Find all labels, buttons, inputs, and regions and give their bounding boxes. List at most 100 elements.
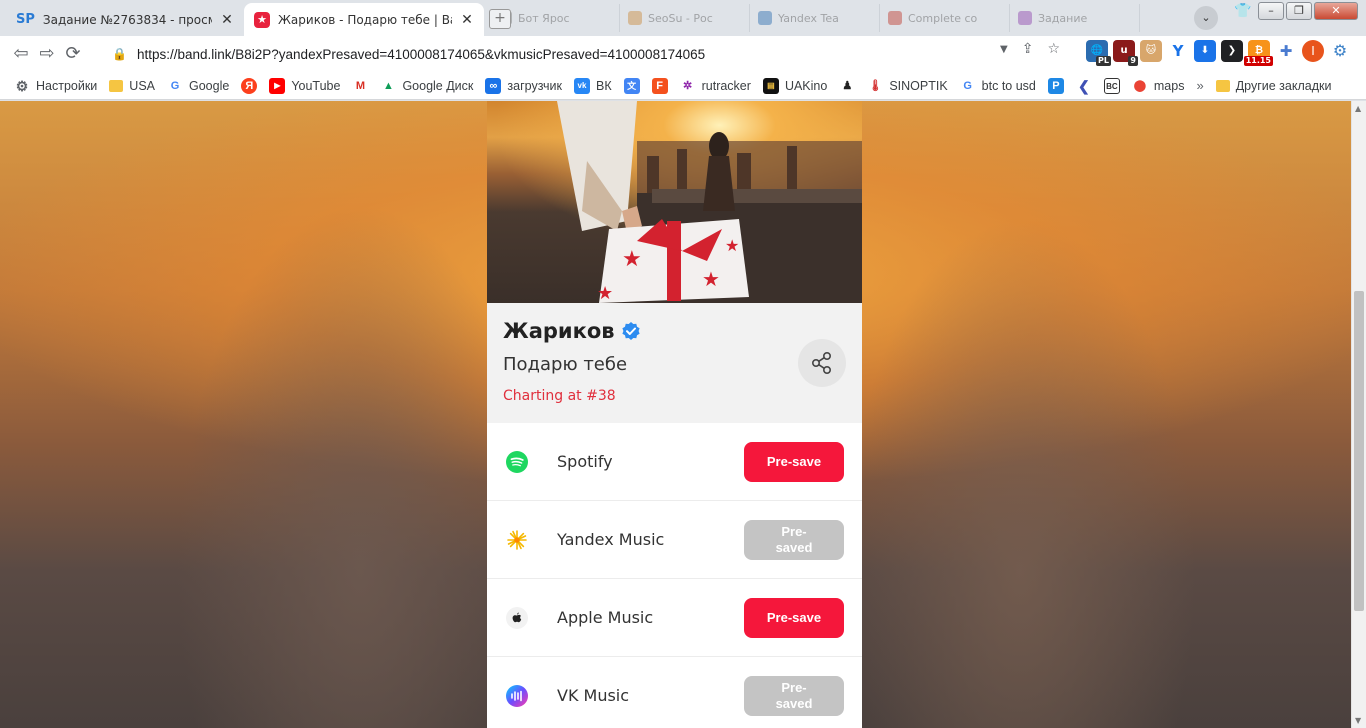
bitcoin-icon[interactable]: ₿ 11.15	[1243, 40, 1273, 66]
window-controls: 👕 – ❐ ✕	[1230, 0, 1358, 22]
svg-text:★: ★	[702, 267, 720, 291]
bookmarks-bar: ⚙ Настройки USA G Google Я ▶ YouTube M ▲ Goo…	[0, 72, 1366, 100]
extensions-bar: 🌐 PL u9 🐱 Y ⬇ ❯ ₿ 11.15 ✚ I ⚙	[1086, 40, 1351, 66]
pre-saved-button[interactable]: Pre-saved	[744, 520, 844, 560]
background-tab[interactable]: Yandex Tea	[750, 4, 880, 32]
minimize-button[interactable]: –	[1258, 2, 1284, 20]
address-bar[interactable]: 🔒 https://band.link/B8i2P?yandexPresaved…	[100, 40, 1100, 68]
bookmark-translate[interactable]: 文	[623, 77, 640, 94]
pre-save-button[interactable]: Pre-save	[744, 442, 844, 482]
maps-icon: ⬤	[1133, 79, 1147, 92]
yandex-music-icon	[507, 530, 527, 550]
spotify-icon	[506, 451, 528, 473]
tab-title: Жариков - Подарю тебе | BandLi	[278, 12, 452, 27]
bookmark-chevron[interactable]: ❮	[1076, 78, 1092, 94]
folder-icon	[1215, 79, 1230, 92]
rutracker-icon: ✲	[683, 79, 693, 92]
google-icon: G	[170, 79, 180, 92]
bookmark-yandex[interactable]: Я	[241, 77, 258, 94]
globe-settings-icon[interactable]: ⚙	[1329, 40, 1351, 62]
tab-bandlink[interactable]: ★ Жариков - Подарю тебе | BandLi ✕	[244, 3, 484, 36]
bookmark-bc[interactable]: BC	[1103, 77, 1120, 94]
bookmark-rutracker[interactable]: ✲ rutracker	[680, 78, 751, 94]
pre-saved-button[interactable]: Pre-saved	[744, 676, 844, 716]
artist-name: Жариков	[503, 319, 615, 343]
bookmarks-overflow-chevron-icon[interactable]: »	[1196, 78, 1203, 93]
tab-strip: Бот Ярос SeoSu - Рос Yandex Tea Complete…	[0, 0, 1366, 36]
maximize-button[interactable]: ❐	[1286, 2, 1312, 20]
dropdown-arrow-icon[interactable]: ▼	[1000, 44, 1008, 55]
bookmark-btc-to-usd[interactable]: Gbtc to usd	[960, 78, 1035, 94]
close-window-button[interactable]: ✕	[1314, 2, 1358, 20]
figure-icon: ♟	[842, 79, 853, 92]
folder-icon	[109, 79, 124, 92]
bookmark-p[interactable]: P	[1047, 77, 1064, 94]
share-button[interactable]	[798, 339, 846, 387]
url-text[interactable]: https://band.link/B8i2P?yandexPresaved=4…	[137, 47, 705, 62]
profile-avatar[interactable]: I	[1302, 40, 1324, 62]
new-tab-button[interactable]: +	[489, 9, 511, 29]
bookmark-youtube[interactable]: ▶ YouTube	[269, 77, 340, 94]
bookmark-google-drive[interactable]: ▲ Google Диск	[380, 78, 473, 94]
verified-badge-icon	[621, 322, 640, 340]
bookmark-vk[interactable]: vk ВК	[573, 77, 612, 94]
apple-icon	[506, 607, 528, 629]
sp-favicon-icon: SP	[16, 12, 35, 27]
google-drive-icon: ▲	[382, 79, 394, 92]
gmail-icon: M	[355, 79, 366, 92]
scrollbar-thumb[interactable]	[1354, 291, 1364, 611]
share-page-icon[interactable]: ⇪	[1022, 41, 1034, 57]
vertical-scrollbar[interactable]: ▲ ▼	[1351, 101, 1366, 728]
gear-icon: ⚙	[15, 77, 29, 94]
bookmark-downloader[interactable]: ∞ загрузчик	[485, 77, 562, 94]
youtube-icon: ▶	[269, 77, 286, 94]
lock-icon[interactable]: 🔒	[112, 47, 127, 61]
tab-zadanie[interactable]: SP Задание №2763834 - просмотр з ✕	[6, 3, 244, 36]
bookmark-google[interactable]: G Google	[167, 78, 230, 94]
shirt-icon[interactable]: 👕	[1230, 0, 1256, 22]
background-tab[interactable]: SeoSu - Рос	[620, 4, 750, 32]
uakino-icon: ▤	[762, 77, 779, 94]
puzzle-icon[interactable]: ✚	[1275, 40, 1297, 62]
scroll-up-arrow-icon[interactable]: ▲	[1355, 104, 1361, 113]
cat-icon[interactable]: 🐱	[1140, 40, 1162, 62]
download-icon[interactable]: ⬇	[1194, 40, 1216, 62]
forward-arrow-icon[interactable]: ⇨	[34, 41, 60, 67]
bookmark-usa[interactable]: USA	[109, 79, 155, 93]
song-title: Подарю тебе	[503, 354, 628, 375]
infinity-icon: ∞	[485, 77, 502, 94]
bookmark-uakino[interactable]: ▤ UAKino	[762, 77, 827, 94]
background-tabs: Бот Ярос SeoSu - Рос Yandex Tea Complete…	[490, 4, 1140, 36]
service-row-yandex-music: Yandex Music Pre-saved	[487, 501, 862, 579]
bookmark-star-icon[interactable]: ☆	[1047, 41, 1060, 57]
bandlink-card: ★ ★ ★ ★ Жариков Подарю тебе Charting at …	[487, 101, 862, 728]
scroll-down-arrow-icon[interactable]: ▼	[1355, 716, 1361, 725]
service-name: Yandex Music	[557, 530, 665, 549]
close-tab-icon[interactable]: ✕	[220, 12, 234, 28]
vk-music-icon	[506, 685, 528, 707]
close-tab-icon[interactable]: ✕	[460, 12, 474, 28]
bookmark-settings[interactable]: ⚙ Настройки	[14, 77, 98, 94]
translate-icon: 文	[623, 77, 640, 94]
back-arrow-icon[interactable]: ⇦	[8, 41, 34, 67]
y-icon[interactable]: Y	[1167, 40, 1189, 62]
bookmark-f[interactable]: F	[651, 77, 668, 94]
cover-image: ★ ★ ★ ★	[487, 101, 862, 303]
address-bar-actions: ▼ ⇪ ☆	[1000, 41, 1060, 57]
pl-globe-icon[interactable]: 🌐 PL	[1086, 40, 1111, 66]
ublock-icon[interactable]: u9	[1113, 40, 1138, 66]
pre-save-button[interactable]: Pre-save	[744, 598, 844, 638]
service-name: Spotify	[557, 452, 613, 471]
terminal-icon[interactable]: ❯	[1221, 40, 1243, 62]
background-tab[interactable]: Complete co	[880, 4, 1010, 32]
bandlink-star-icon: ★	[254, 11, 270, 28]
service-name: Apple Music	[557, 608, 654, 627]
bookmark-figure[interactable]: ♟	[839, 78, 855, 94]
other-bookmarks[interactable]: Другие закладки	[1215, 79, 1331, 93]
tab-search-dropdown-icon[interactable]: ⌄	[1194, 6, 1218, 30]
bookmark-sinoptik[interactable]: 🌡 SINOPTIK	[867, 78, 947, 94]
reload-icon[interactable]: ⟳	[60, 41, 86, 67]
bookmark-maps[interactable]: ⬤ maps	[1132, 78, 1185, 94]
background-tab[interactable]: Задание	[1010, 4, 1140, 32]
bookmark-gmail[interactable]: M	[352, 78, 368, 94]
